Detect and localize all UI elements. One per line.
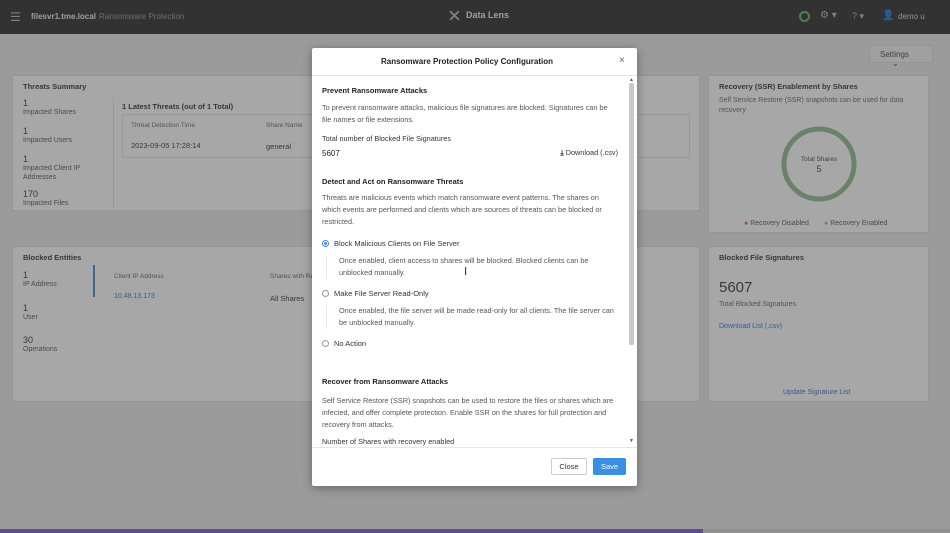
prevent-section-desc: To prevent ransomware attacks, malicious… — [322, 103, 608, 124]
option-block-clients-desc: Once enabled, client access to shares wi… — [326, 255, 618, 279]
option-block-clients-label: Block Malicious Clients on File Server — [334, 239, 460, 248]
option-read-only-desc: Once enabled, the file server will be ma… — [326, 305, 618, 329]
close-button[interactable]: Close — [551, 458, 587, 475]
detect-section-title: Detect and Act on Ransomware Threats — [322, 177, 464, 186]
modal-scrollbar[interactable]: ▲ ▼ — [628, 77, 635, 447]
radio-no-action[interactable] — [322, 340, 329, 347]
total-signatures-row: 5607 ⤓ Download (.csv) — [322, 148, 618, 158]
detect-section-desc: Threats are malicious events which match… — [322, 193, 602, 226]
option-no-action-label: No Action — [334, 339, 367, 348]
total-signatures-label: Total number of Blocked File Signatures — [322, 134, 451, 143]
prevent-section-title: Prevent Ransomware Attacks — [322, 86, 428, 95]
radio-read-only[interactable] — [322, 290, 329, 297]
download-csv-button[interactable]: ⤓ Download (.csv) — [560, 148, 618, 158]
recover-shares-label: Number of Shares with recovery enabled — [322, 437, 455, 446]
scroll-down-arrow-icon[interactable]: ▼ — [629, 438, 634, 444]
recover-section-desc: Self Service Restore (SSR) snapshots can… — [322, 396, 614, 429]
download-icon: ⤓ — [560, 148, 564, 157]
option-no-action[interactable]: No Action — [322, 339, 618, 348]
modal-body: Prevent Ransomware Attacks To prevent ra… — [312, 77, 628, 447]
download-csv-label: Download (.csv) — [565, 148, 618, 157]
close-icon[interactable]: × — [619, 55, 625, 66]
modal-header: Ransomware Protection Policy Configurati… — [312, 48, 637, 76]
option-block-clients[interactable]: Block Malicious Clients on File Server — [322, 239, 618, 248]
text-cursor-icon: I — [464, 265, 468, 278]
total-signatures-value: 5607 — [322, 148, 340, 158]
radio-block-clients[interactable] — [322, 240, 329, 247]
scroll-thumb[interactable] — [629, 83, 634, 345]
policy-config-modal: Ransomware Protection Policy Configurati… — [312, 48, 637, 486]
modal-title: Ransomware Protection Policy Configurati… — [380, 57, 554, 66]
option-read-only[interactable]: Make File Server Read-Only — [322, 289, 618, 298]
save-button[interactable]: Save — [593, 458, 626, 475]
recover-section-title: Recover from Ransomware Attacks — [322, 377, 449, 386]
modal-footer: Close Save — [312, 447, 637, 486]
option-read-only-label: Make File Server Read-Only — [334, 289, 429, 298]
